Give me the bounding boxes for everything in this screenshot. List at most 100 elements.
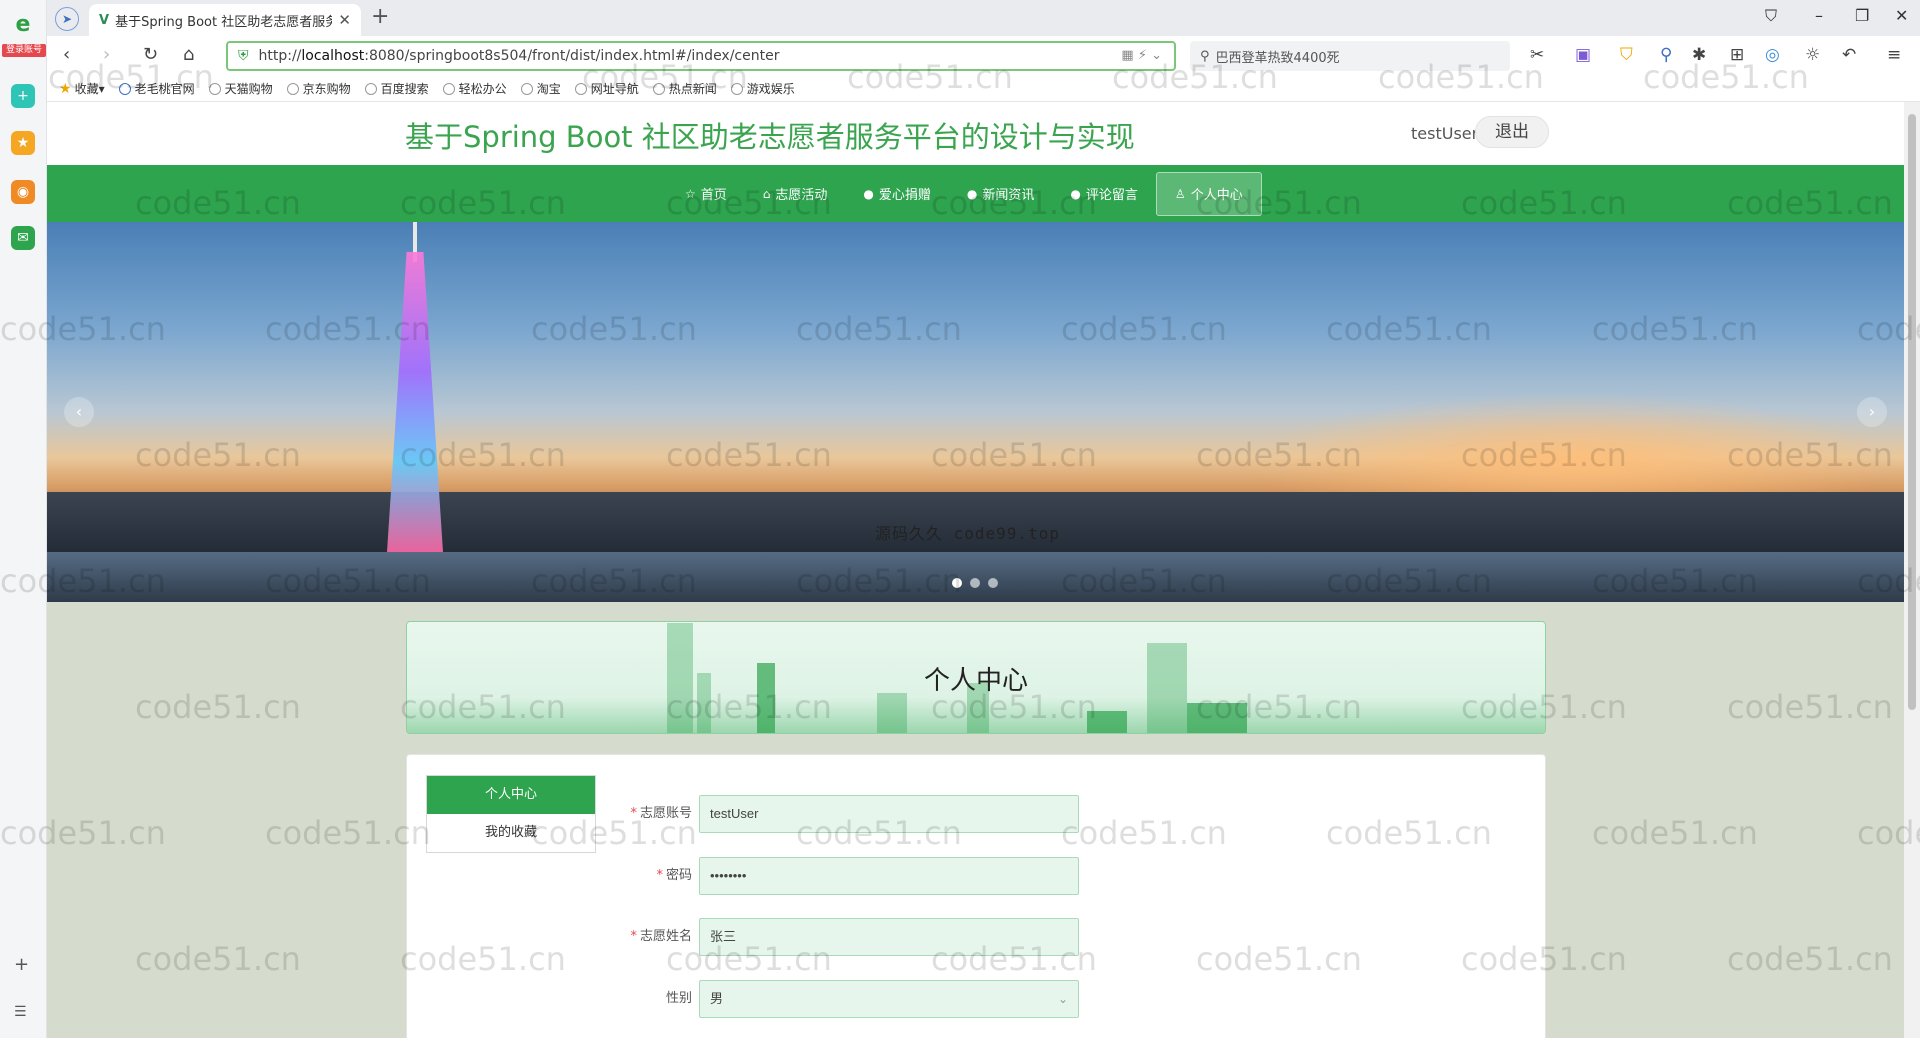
nav-comments[interactable]: ● 评论留言 — [1052, 172, 1156, 216]
forward-icon[interactable]: › — [103, 44, 110, 65]
security-shield-icon: ⛨ — [238, 48, 249, 64]
banner-river — [47, 552, 1904, 602]
nav-donations[interactable]: ● 爱心捐赠 — [845, 172, 949, 216]
minimize-icon[interactable]: – — [1815, 6, 1823, 25]
password-label: * 密码 — [656, 868, 692, 883]
bookmark-item[interactable]: 百度搜索 — [364, 80, 429, 97]
skyline-building — [877, 693, 907, 733]
nav-personal-center[interactable]: ♙ 个人中心 — [1155, 171, 1262, 216]
name-input[interactable]: 张三 — [699, 918, 1079, 956]
search-text: 巴西登革热致4400死 — [1215, 50, 1340, 66]
tab-title: 基于Spring Boot 社区助老志愿者服务平台的设计与实现 — [115, 14, 333, 30]
page-scrollbar[interactable] — [1904, 102, 1920, 1038]
menu-list-icon[interactable]: ☰ — [14, 1004, 27, 1020]
carousel-next-icon[interactable]: › — [1857, 397, 1887, 427]
weibo-icon[interactable]: ◉ — [11, 180, 35, 204]
site-title: 基于Spring Boot 社区助老志愿者服务平台的设计与实现 — [405, 120, 1135, 154]
close-tab-icon[interactable]: ✕ — [338, 11, 351, 29]
form-row-name: * 志愿姓名 张三 — [607, 918, 1107, 956]
globe-icon — [208, 82, 221, 95]
browser-logo-icon[interactable]: e — [11, 12, 35, 37]
login-account-badge[interactable]: 登录账号 — [2, 44, 46, 57]
bookmark-item[interactable]: 老毛桃官网 — [118, 80, 195, 97]
skyline-building — [1087, 711, 1127, 733]
globe-icon — [730, 82, 743, 95]
refresh-icon[interactable]: ↻ — [143, 44, 158, 65]
main-nav: ☆ 首页 ⌂ 志愿活动 ● 爱心捐赠 ● 新闻资讯 ● 评论留言 ♙ 个人中心 — [47, 165, 1904, 222]
url-prefix: http:// — [258, 48, 302, 64]
add-app-icon[interactable]: + — [11, 84, 35, 108]
home-icon[interactable]: ⌂ — [183, 44, 194, 65]
star-outline-icon: ☆ — [685, 186, 696, 201]
browser-tab[interactable]: V 基于Spring Boot 社区助老志愿者服务平台的设计与实现 ✕ — [89, 4, 361, 36]
logout-button[interactable]: 退出 — [1475, 116, 1549, 148]
browser-toolbar: ‹ › ↻ ⌂ ⛨ http://localhost:8080/springbo… — [47, 36, 1920, 76]
browser-menu-icon[interactable]: ≡ — [1887, 45, 1901, 65]
add-icon[interactable]: + — [14, 954, 29, 975]
account-input[interactable]: testUser — [699, 795, 1079, 833]
shield-badge-icon[interactable]: ⛉ — [1620, 45, 1633, 65]
mail-icon[interactable]: ✉ — [11, 226, 35, 250]
form-row-gender: 性别 男 ⌄ — [607, 980, 1107, 1018]
name-label: * 志愿姓名 — [630, 929, 692, 944]
globe-icon — [364, 82, 377, 95]
new-tab-icon[interactable]: + — [371, 4, 389, 29]
nav-volunteer-activities[interactable]: ⌂ 志愿活动 — [745, 172, 846, 216]
gender-label: 性别 — [665, 991, 692, 1006]
bookmark-favorites[interactable]: ★ 收藏 ▾ — [59, 80, 105, 97]
password-input[interactable]: •••••••• — [699, 857, 1079, 895]
favorites-star-icon[interactable]: ★ — [11, 131, 35, 155]
info-dot-icon: ● — [1070, 186, 1081, 201]
scissors-icon[interactable]: ✂ — [1530, 45, 1544, 65]
bookmark-item[interactable]: 游戏娱乐 — [730, 80, 795, 97]
carousel-dot[interactable] — [988, 578, 998, 588]
globe-icon — [286, 82, 299, 95]
back-icon[interactable]: ‹ — [63, 44, 70, 65]
banner-carousel[interactable]: 源码久久 code99.top ‹ › — [47, 222, 1904, 602]
navigation-compass-icon[interactable]: ➤ — [55, 7, 79, 31]
menu-personal-center[interactable]: 个人中心 — [427, 776, 595, 814]
page-viewport: 基于Spring Boot 社区助老志愿者服务平台的设计与实现 testUser… — [47, 102, 1904, 1038]
bookmark-item[interactable]: 天猫购物 — [208, 80, 273, 97]
bookmark-item[interactable]: 热点新闻 — [652, 80, 717, 97]
skyline-building — [1187, 703, 1247, 733]
bookmark-item[interactable]: 淘宝 — [520, 80, 561, 97]
globe-icon — [574, 82, 587, 95]
apps-grid-icon[interactable]: ⊞ — [1730, 45, 1744, 65]
carousel-dot[interactable] — [952, 578, 962, 588]
banner-caption: 源码久久 code99.top — [875, 524, 1060, 543]
carousel-prev-icon[interactable]: ‹ — [64, 397, 94, 427]
address-bar[interactable]: ⛨ http://localhost:8080/springboot8s504/… — [226, 41, 1176, 71]
sync-icon[interactable]: ◎ — [1765, 45, 1780, 65]
form-row-account: * 志愿账号 testUser — [607, 795, 1107, 833]
info-dot-icon: ● — [863, 186, 874, 201]
brightness-icon[interactable]: ☼ — [1805, 45, 1820, 65]
carousel-dot[interactable] — [970, 578, 980, 588]
menu-my-favorites[interactable]: 我的收藏 — [427, 814, 595, 852]
globe-icon — [118, 82, 131, 95]
form-row-password: * 密码 •••••••• — [607, 857, 1107, 895]
tab-bar: ➤ V 基于Spring Boot 社区助老志愿者服务平台的设计与实现 ✕ + … — [47, 0, 1920, 36]
bookmark-item[interactable]: 京东购物 — [286, 80, 351, 97]
url-actions-icon[interactable]: ▦ ⚡ ⌄ — [1121, 48, 1162, 63]
extension-icon[interactable]: ✱ — [1692, 45, 1706, 65]
skin-icon[interactable]: ⛉ — [1765, 6, 1777, 26]
magnifier-icon[interactable]: ⚲ — [1660, 45, 1672, 65]
profile-side-menu: 个人中心 我的收藏 — [426, 775, 596, 853]
close-window-icon[interactable]: ✕ — [1895, 6, 1908, 25]
info-dot-icon: ● — [966, 186, 978, 201]
bookmark-item[interactable]: 轻松办公 — [442, 80, 507, 97]
nav-news[interactable]: ● 新闻资讯 — [949, 172, 1053, 216]
bookmark-item[interactable]: 网址导航 — [574, 80, 639, 97]
gender-select[interactable]: 男 ⌄ — [699, 980, 1079, 1018]
section-title: 个人中心 — [923, 666, 1028, 696]
nav-home[interactable]: ☆ 首页 — [667, 172, 745, 216]
restore-icon[interactable]: ❐ — [1855, 6, 1869, 25]
bookmarks-bar: ★ 收藏 ▾ 老毛桃官网 天猫购物 京东购物 百度搜索 轻松办公 淘宝 网址导航 … — [47, 76, 1920, 102]
scrollbar-thumb[interactable] — [1908, 114, 1916, 710]
translate-icon[interactable]: ▣ — [1575, 45, 1591, 65]
search-box[interactable]: ⚲ 巴西登革热致4400死 — [1190, 41, 1510, 71]
user-icon: ♙ — [1174, 186, 1186, 201]
chevron-down-icon: ⌄ — [1057, 992, 1068, 1006]
undo-icon[interactable]: ↶ — [1842, 45, 1856, 65]
